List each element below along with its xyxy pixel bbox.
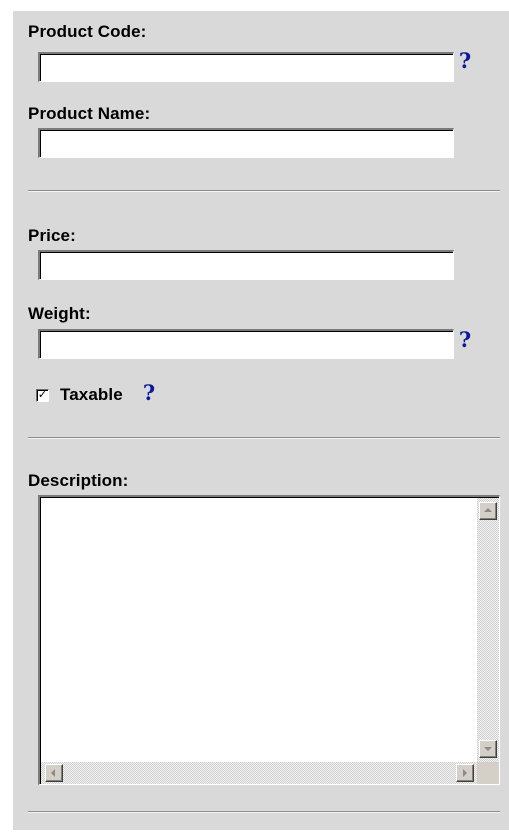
product-name-input[interactable] <box>38 128 454 158</box>
product-code-label: Product Code: <box>28 22 147 41</box>
weight-input[interactable] <box>38 329 454 359</box>
taxable-help-icon[interactable]: ? <box>141 382 157 403</box>
product-name-label: Product Name: <box>28 104 151 123</box>
scroll-up-button[interactable] <box>479 502 497 520</box>
scroll-right-button[interactable] <box>456 764 474 782</box>
description-textarea[interactable] <box>41 498 477 762</box>
taxable-label: Taxable <box>60 385 123 404</box>
arrow-right-icon <box>463 769 467 777</box>
price-label: Price: <box>28 226 76 245</box>
horizontal-scrollbar[interactable] <box>41 762 477 784</box>
arrow-up-icon <box>484 508 492 512</box>
section-divider <box>28 437 500 439</box>
section-divider <box>28 190 500 192</box>
weight-help-icon[interactable]: ? <box>457 329 473 350</box>
vertical-scrollbar[interactable] <box>477 498 499 762</box>
product-code-help-icon[interactable]: ? <box>457 50 473 71</box>
section-divider <box>28 811 500 813</box>
scroll-left-button[interactable] <box>45 764 63 782</box>
price-input[interactable] <box>38 250 454 280</box>
arrow-down-icon <box>484 747 492 751</box>
weight-label: Weight: <box>28 304 91 323</box>
description-textarea-frame <box>38 495 500 785</box>
scroll-down-button[interactable] <box>479 740 497 758</box>
checkmark-icon: ✓ <box>37 388 48 401</box>
arrow-left-icon <box>51 769 55 777</box>
description-label: Description: <box>28 471 129 490</box>
product-code-input[interactable] <box>38 52 454 82</box>
taxable-checkbox[interactable]: ✓ <box>36 388 49 402</box>
scrollbar-corner <box>477 762 499 784</box>
